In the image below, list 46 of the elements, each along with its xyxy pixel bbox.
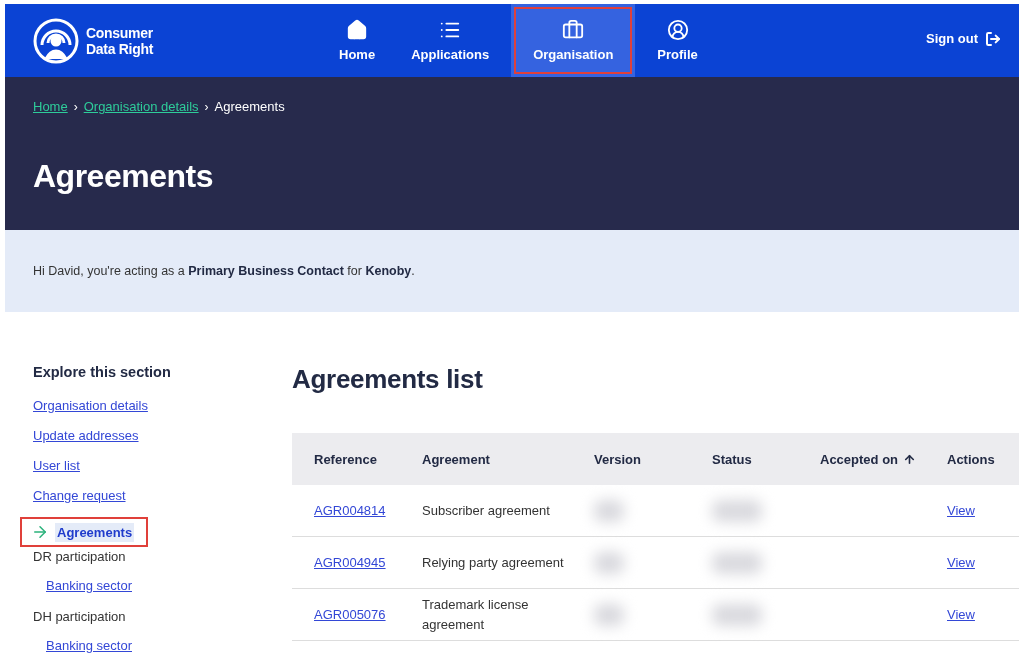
breadcrumb-link[interactable]: Home [33,99,68,114]
breadcrumb-separator: › [204,99,209,114]
notice-text: Hi David, you're acting as a Primary Business Contact for Kenoby. [33,264,415,278]
page-title: Agreements [33,158,214,195]
nav-tab[interactable]: Organisation [511,4,636,77]
sidebar-link[interactable]: Banking sector [44,575,134,595]
table-cell: Trademark license agreement [422,596,529,632]
table-cell: Subscriber agreement [422,502,550,518]
column-header: Agreement [410,433,582,485]
nav-tab[interactable]: Profile [635,4,720,77]
home-icon [346,19,369,41]
sidebar-link[interactable]: Update addresses [31,425,141,445]
reference-link[interactable]: AGR005076 [314,606,386,622]
reference-link[interactable]: AGR004814 [314,502,386,518]
sidebar-link[interactable]: User list [31,455,82,475]
column-header[interactable]: Accepted on [800,433,935,485]
column-header: Reference [292,433,410,485]
logo-icon [32,16,80,65]
nav-tab[interactable]: Applications [389,4,512,77]
view-link[interactable]: View [947,502,975,518]
sidebar-link[interactable]: Banking sector [44,635,134,655]
view-link[interactable]: View [947,606,975,622]
section-title: Agreements list [292,364,484,395]
view-link[interactable]: View [947,554,975,570]
sort-ascending-icon [903,452,916,466]
sign-out-link[interactable]: Sign out [926,30,1001,47]
sidebar-link[interactable]: Agreements [55,522,135,542]
breadcrumb-separator: › [73,99,78,114]
nav-tab[interactable]: Home [325,4,390,77]
sidebar-heading: DH participation [33,609,127,626]
reference-link[interactable]: AGR004945 [314,554,386,570]
briefcase-icon [562,19,585,41]
sidebar-title: Explore this section [33,364,172,380]
sidebar-link[interactable]: Organisation details [31,395,150,415]
column-header: Status [700,433,800,485]
logo-text: Consumer Data Right [86,24,153,57]
sign-out-icon [985,30,1001,47]
table-cell: Relying party agreement [422,554,564,570]
sidebar-heading: DR participation [33,549,127,566]
sidebar-link[interactable]: Change request [31,485,128,505]
breadcrumb-link[interactable]: Organisation details [83,99,199,114]
breadcrumb-item[interactable]: Agreements [214,99,285,114]
arrow-right-icon [31,523,49,541]
column-header: Version [582,433,700,485]
column-header: Actions [935,433,1019,485]
user-icon [666,19,689,41]
